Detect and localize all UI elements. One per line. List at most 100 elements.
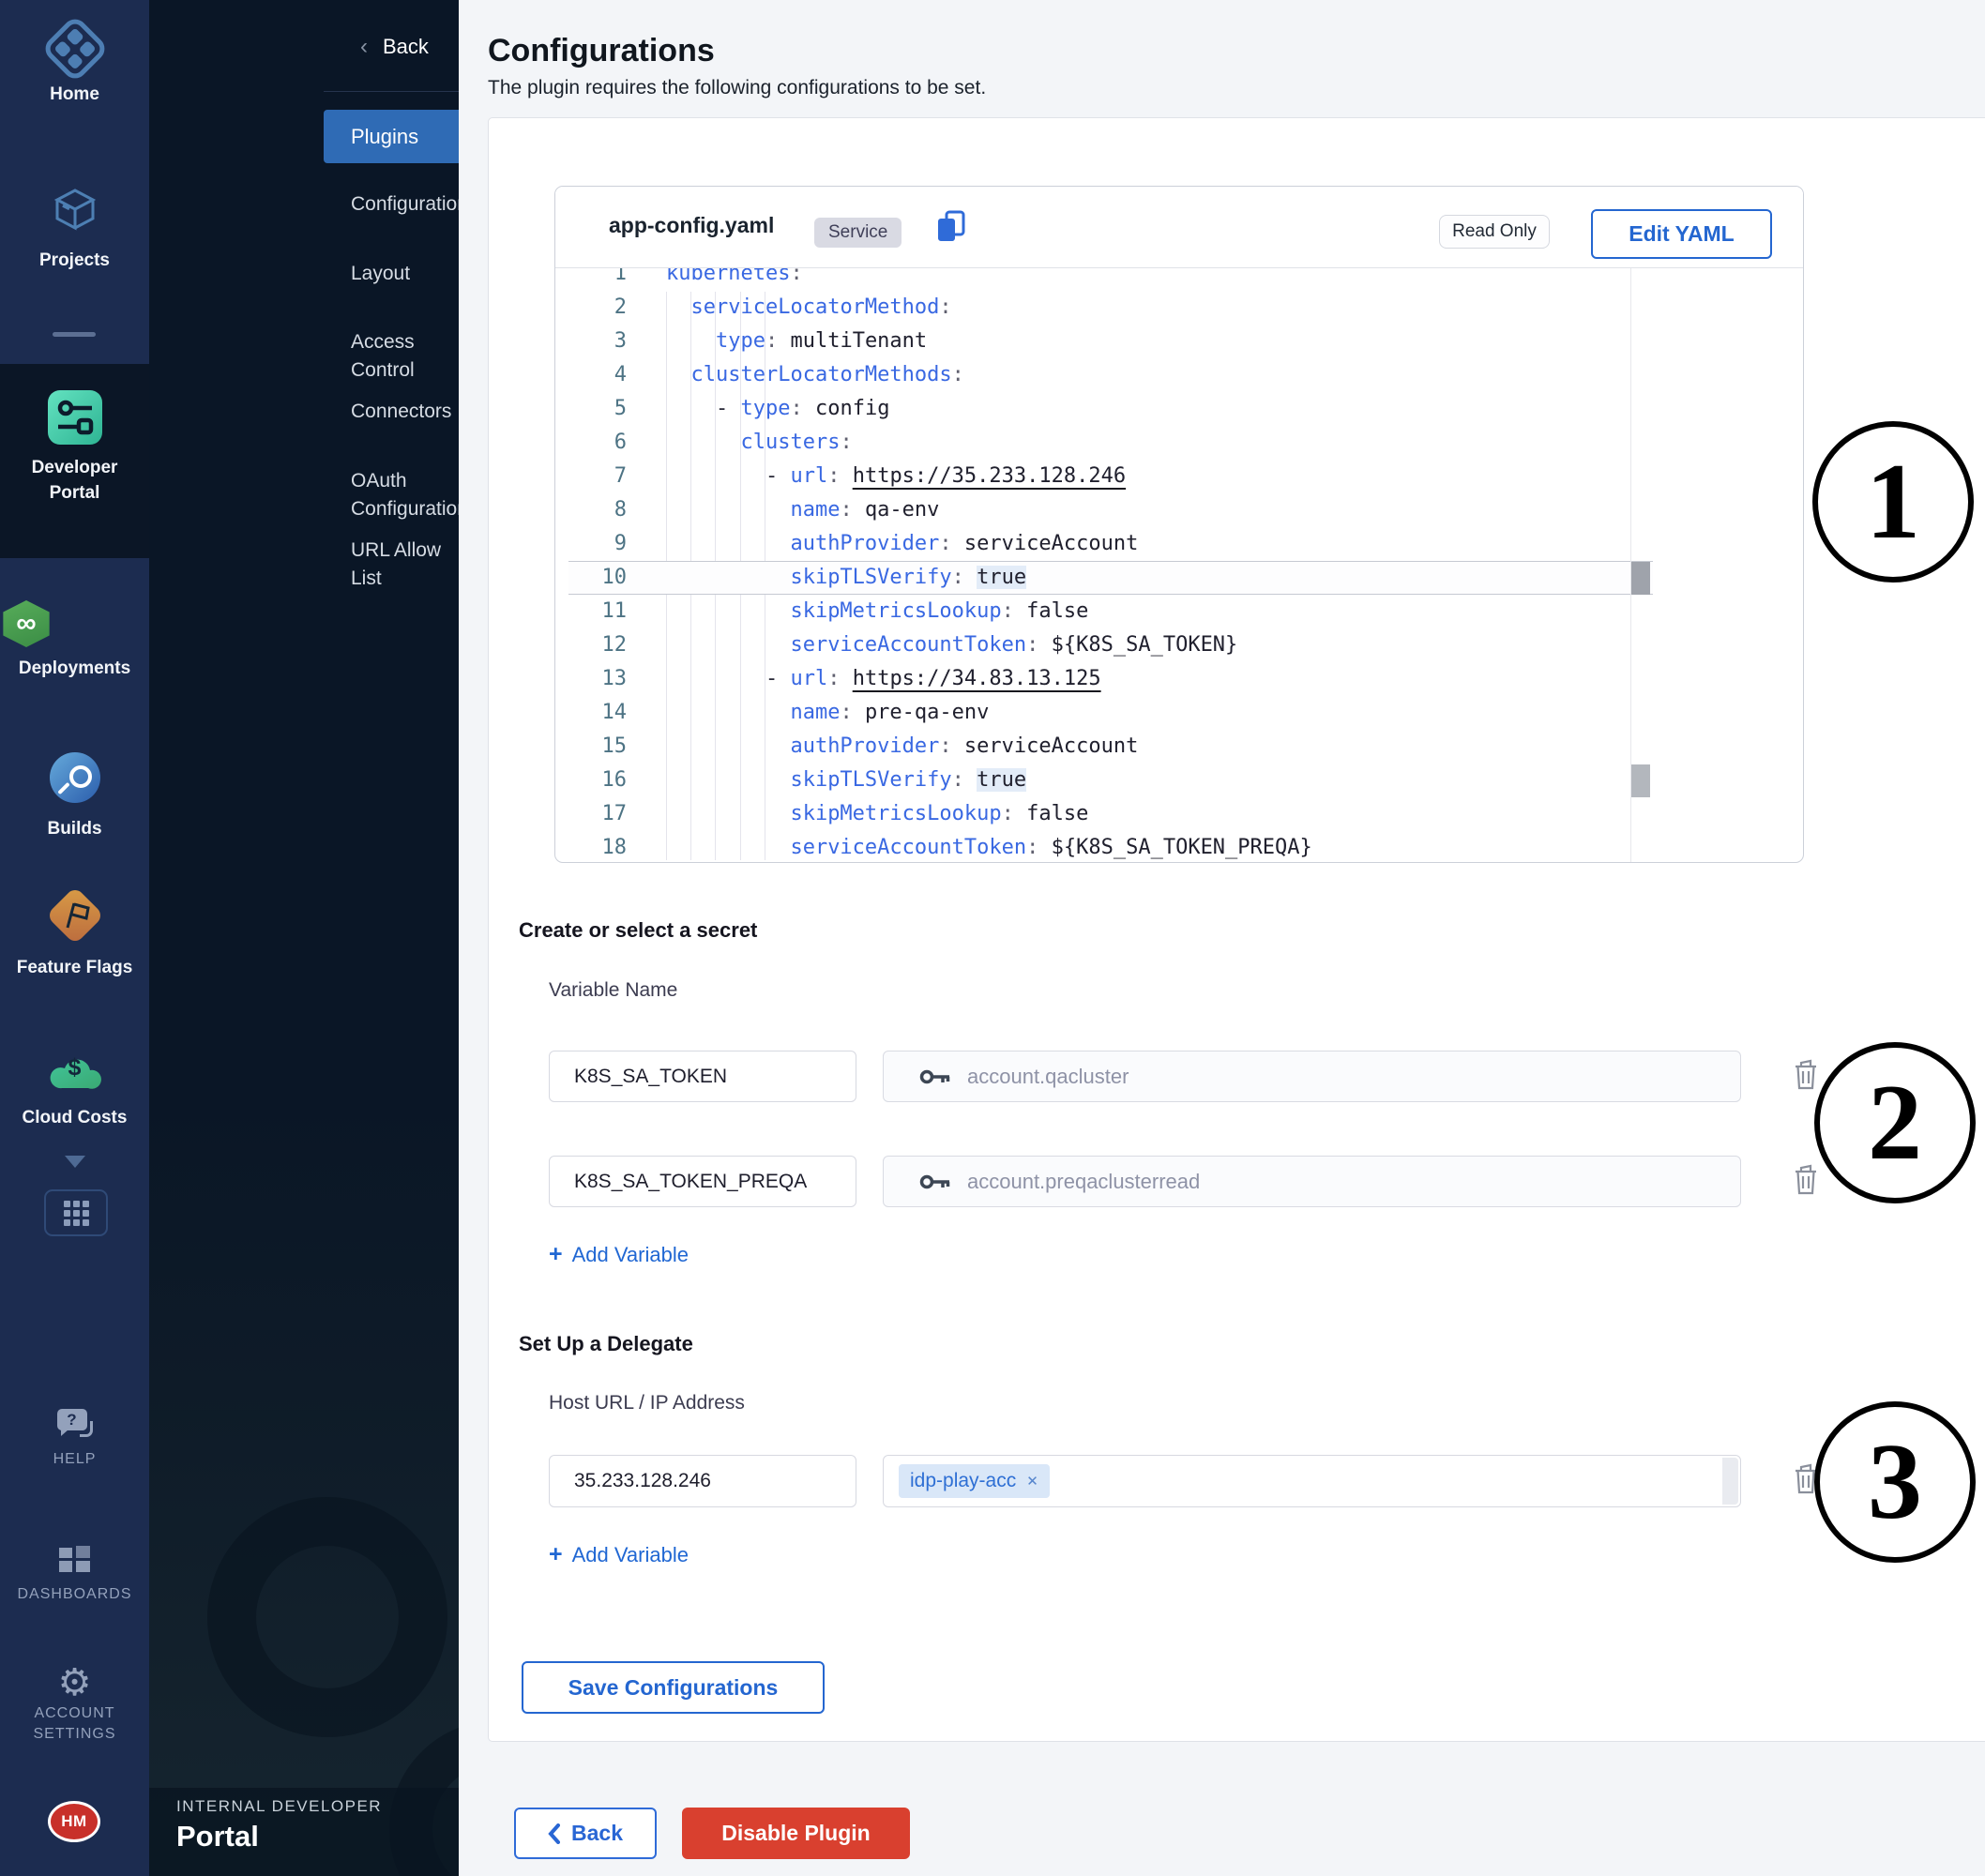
code-line: serviceAccountToken: ${K8S_SA_TOKEN_PREQ… [666, 831, 1312, 863]
page-subtitle: The plugin requires the following config… [488, 77, 986, 99]
back-nav-link[interactable]: ‹Back [360, 34, 429, 60]
occurrence-marker [1631, 764, 1650, 797]
line-number: 4 [555, 358, 627, 392]
yaml-code-area: 1kubernetes:2 serviceLocatorMethod:3 typ… [555, 187, 1803, 862]
sidebar-item-label: Developer Portal [0, 455, 149, 506]
delete-variable-button[interactable] [1790, 1163, 1822, 1199]
sidebar-item-account-settings[interactable]: ⚙ ACCOUNT SETTINGS [0, 1664, 149, 1745]
trash-icon [1792, 1164, 1820, 1196]
annotation-circle-3: 3 [1814, 1401, 1976, 1563]
code-line: skipMetricsLookup: false [666, 595, 1088, 628]
builds-magnifier-icon [50, 752, 100, 803]
brand-bottom-label: Portal [176, 1820, 259, 1853]
line-number: 11 [555, 595, 627, 628]
user-avatar[interactable]: HM [48, 1801, 100, 1842]
secret-section-heading: Create or select a secret [519, 918, 757, 943]
yaml-filename: app-config.yaml [609, 213, 774, 238]
line-number: 15 [555, 730, 627, 764]
secret-reference-value: account.preqaclusterread [967, 1170, 1200, 1194]
nav-item-connectors[interactable]: Connectors [351, 398, 451, 426]
code-line: skipTLSVerify: true [666, 561, 1026, 595]
delegate-tags-field[interactable]: idp-play-acc ✕ [883, 1455, 1741, 1507]
trash-icon [1792, 1059, 1820, 1091]
annotation-circle-2: 2 [1814, 1042, 1976, 1203]
sidebar-item-feature-flags[interactable]: Feature Flags [0, 889, 149, 980]
copy-icon[interactable] [934, 209, 968, 250]
sidebar-item-label: ACCOUNT SETTINGS [0, 1703, 149, 1745]
chevron-left-icon [548, 1823, 560, 1844]
code-line: authProvider: serviceAccount [666, 527, 1138, 561]
back-button[interactable]: Back [514, 1808, 657, 1859]
sidebar-item-developer-portal[interactable]: Developer Portal [0, 390, 149, 506]
key-icon [919, 1172, 953, 1192]
nav-item-oauth-configurations[interactable]: OAuth Configurations [351, 467, 459, 523]
line-number: 18 [555, 831, 627, 863]
nav-item-plugins[interactable]: Plugins [324, 110, 459, 163]
gear-icon: ⚙ [58, 1662, 92, 1703]
brand-footer: INTERNAL DEVELOPER Portal [149, 1788, 459, 1876]
code-line: name: pre-qa-env [666, 696, 989, 730]
scrollbar-thumb[interactable] [1631, 562, 1650, 595]
code-line: clusterLocatorMethods: [666, 358, 964, 392]
code-line: type: multiTenant [666, 325, 927, 358]
yaml-editor: 1kubernetes:2 serviceLocatorMethod:3 typ… [554, 186, 1804, 863]
chevron-left-icon: ‹ [360, 34, 368, 59]
nav-item-url-allow-list[interactable]: URL Allow List [351, 537, 459, 593]
cloud-dollar-icon: $ [48, 1051, 102, 1092]
module-grid-button[interactable] [44, 1189, 108, 1236]
plus-icon: + [549, 1541, 563, 1567]
add-variable-link[interactable]: +Add Variable [549, 1241, 689, 1268]
secret-select-field[interactable]: account.qacluster [883, 1051, 1741, 1102]
variable-name-column-label: Variable Name [549, 979, 677, 1002]
add-delegate-variable-link[interactable]: +Add Variable [549, 1541, 689, 1568]
deployments-infinity-icon: ∞ [0, 600, 53, 647]
delegate-tag-chip[interactable]: idp-play-acc ✕ [899, 1464, 1050, 1498]
nav-item-layout[interactable]: Layout [351, 260, 410, 288]
editor-header: app-config.yaml Service Read Only Edit Y… [555, 187, 1803, 268]
nav-item-label: Plugins [351, 125, 418, 149]
save-configurations-button[interactable]: Save Configurations [522, 1661, 825, 1714]
sidebar-item-deployments[interactable]: ∞ Deployments [0, 600, 149, 681]
code-line: - url: https://35.233.128.246 [666, 460, 1126, 493]
sidebar-item-label: Projects [0, 249, 149, 273]
host-url-column-label: Host URL / IP Address [549, 1392, 745, 1415]
secret-reference-value: account.qacluster [967, 1065, 1129, 1089]
sidebar-item-projects[interactable]: Projects [0, 184, 149, 273]
sidebar-item-cloud-costs[interactable]: $ Cloud Costs [0, 1051, 149, 1130]
nav-divider [324, 91, 459, 92]
plus-icon: + [549, 1241, 563, 1267]
sidebar-item-home[interactable]: Home [0, 24, 149, 107]
read-only-badge: Read Only [1439, 215, 1550, 249]
code-line: serviceAccountToken: ${K8S_SA_TOKEN} [666, 628, 1237, 662]
line-number: 8 [555, 493, 627, 527]
line-number: 2 [555, 291, 627, 325]
code-line: clusters: [666, 426, 853, 460]
chevron-down-icon[interactable] [65, 1156, 85, 1168]
sidebar-item-help[interactable]: ? HELP [0, 1409, 149, 1470]
sidebar-item-builds[interactable]: Builds [0, 752, 149, 841]
sidebar-divider-handle[interactable] [53, 332, 96, 337]
line-number: 7 [555, 460, 627, 493]
variable-name-input[interactable] [549, 1051, 856, 1102]
host-url-input[interactable] [549, 1455, 856, 1507]
secret-select-field[interactable]: account.preqaclusterread [883, 1156, 1741, 1207]
code-line: skipMetricsLookup: false [666, 797, 1088, 831]
cube-icon [50, 184, 100, 239]
delete-variable-button[interactable] [1790, 1058, 1822, 1094]
plugin-subnav: ‹Back Plugins Configurations Layout Acce… [149, 0, 459, 1876]
nav-item-access-control[interactable]: Access Control [351, 328, 459, 385]
line-number: 6 [555, 426, 627, 460]
edit-yaml-button[interactable]: Edit YAML [1591, 209, 1772, 259]
sidebar-item-label: DASHBOARDS [0, 1584, 149, 1605]
sidebar-item-dashboards[interactable]: DASHBOARDS [0, 1546, 149, 1605]
service-badge: Service [814, 218, 902, 248]
variable-name-input[interactable] [549, 1156, 856, 1207]
disable-plugin-button[interactable]: Disable Plugin [682, 1808, 910, 1859]
line-number: 9 [555, 527, 627, 561]
line-number: 10 [555, 561, 627, 595]
line-number: 16 [555, 764, 627, 797]
remove-tag-icon[interactable]: ✕ [1026, 1473, 1038, 1490]
line-number: 12 [555, 628, 627, 662]
tagbox-scroll-strip [1722, 1458, 1738, 1505]
nav-item-configurations[interactable]: Configurations [351, 190, 459, 219]
